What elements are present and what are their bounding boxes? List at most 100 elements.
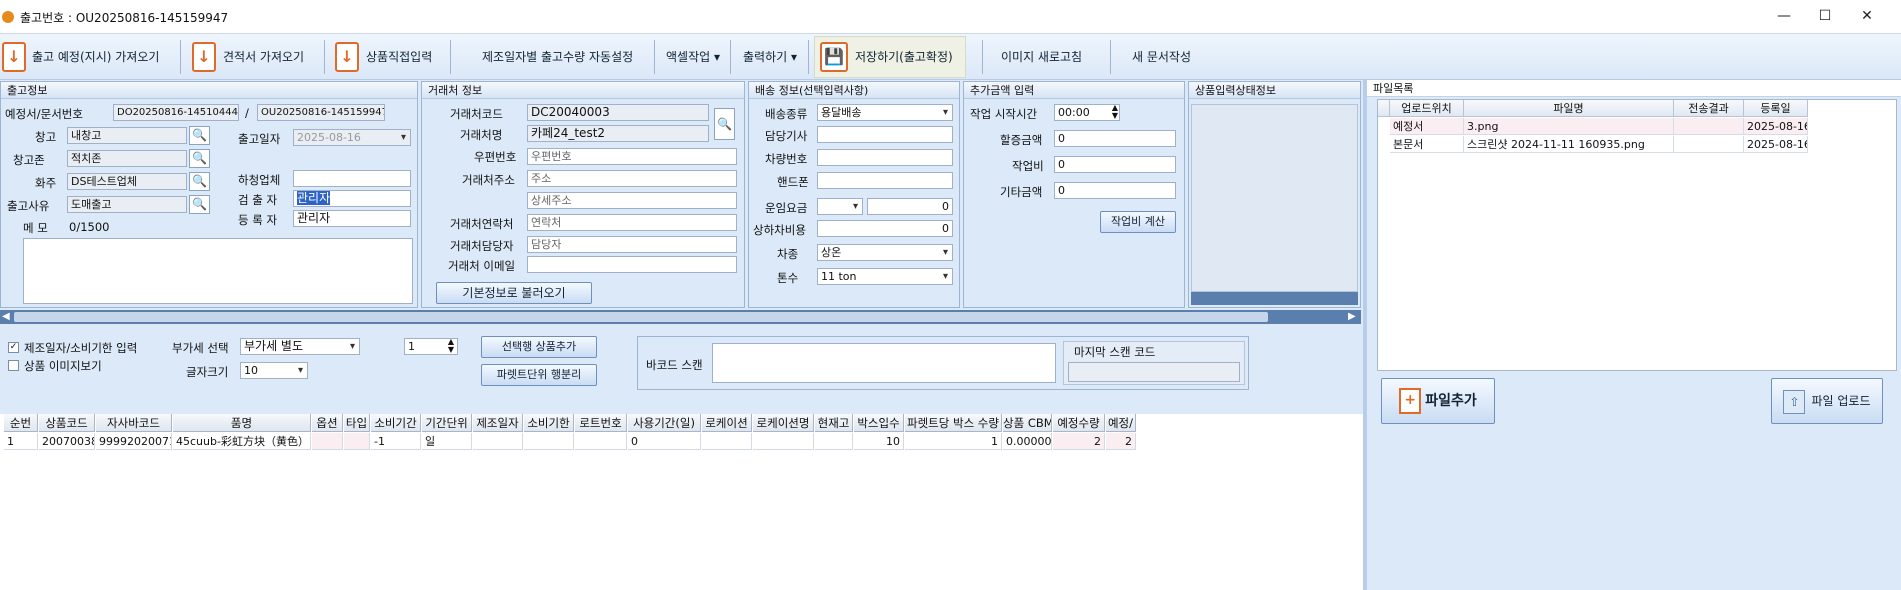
add-selected-row-button[interactable]: 선택행 상품추가 [481,336,597,358]
column-header[interactable]: 로케이션명 [753,414,814,432]
file-cell[interactable] [1674,136,1744,153]
table-cell[interactable] [312,433,343,450]
column-header[interactable]: 예정/ [1106,414,1136,432]
mobile-field[interactable] [817,172,953,189]
pallet-split-button[interactable]: 파렛트단위 행분리 [481,364,597,386]
fare-field[interactable]: 0 [867,198,953,215]
column-header[interactable]: 순번 [4,414,38,432]
table-cell[interactable]: 2 [1106,433,1136,450]
img-checkbox[interactable] [8,360,19,371]
table-cell[interactable]: 999920200719 [96,433,172,450]
chevron-left-icon[interactable]: ◀ [2,310,10,324]
save-button[interactable]: 저장하기(출고확정) [855,34,953,80]
minimize-icon[interactable]: — [1769,6,1799,26]
refresh-images-button[interactable]: 이미지 새로고침 [1001,34,1082,80]
horizontal-scrollbar[interactable]: ▶ ◀ [0,310,1361,324]
file-cell[interactable]: 예정서 [1390,118,1464,135]
table-cell[interactable] [344,433,370,450]
subcontract-field[interactable] [293,170,411,187]
search-icon[interactable]: 🔍 [189,149,210,168]
inspector-field[interactable]: 관리자 [293,190,411,207]
barcode-input[interactable] [712,343,1056,383]
table-cell[interactable] [473,433,523,450]
file-cell[interactable]: 2025-08-161 [1744,118,1808,135]
column-header[interactable]: 로케이션 [702,414,752,432]
date-field[interactable]: 2025-08-16 [293,129,411,146]
table-cell[interactable] [575,433,627,450]
driver-field[interactable] [817,126,953,143]
file-cell[interactable]: 스크린샷 2024-11-11 160935.png [1464,136,1674,153]
status-scrollbar[interactable] [1191,292,1358,305]
fare-type-select[interactable] [817,198,863,215]
column-header[interactable]: 예정수량 [1053,414,1105,432]
code-field[interactable]: DC20040003 [527,104,709,121]
table-cell[interactable] [524,433,574,450]
table-cell[interactable] [815,433,853,450]
docno2-field[interactable]: OU20250816-145159947 [257,104,385,121]
file-column-header[interactable]: 등록일 [1744,100,1808,117]
manager-field[interactable]: 담당자 [527,236,737,253]
mfg-checkbox[interactable]: ✓ [8,342,19,353]
file-column-header[interactable]: 업로드위치 [1390,100,1464,117]
direct-input-button[interactable]: 상품직접입력 [366,34,432,80]
column-header[interactable]: 상품코드 [39,414,95,432]
table-cell[interactable] [753,433,814,450]
addr2-field[interactable]: 상세주소 [527,192,737,209]
column-header[interactable]: 현재고 [815,414,853,432]
column-header[interactable]: 제조일자 [473,414,523,432]
file-cell[interactable]: 2025-08-161 [1744,136,1808,153]
column-header[interactable]: 옵션 [312,414,343,432]
table-cell[interactable]: 일 [422,433,472,450]
table-cell[interactable]: 2 [1053,433,1105,450]
file-cell[interactable]: 3.png [1464,118,1674,135]
upload-file-button[interactable]: ⇧ 파일 업로드 [1771,378,1883,424]
import-plan-button[interactable]: 출고 예정(지시) 가져오기 [32,34,159,80]
file-column-header[interactable]: 파일명 [1464,100,1674,117]
car-select[interactable]: 상온 [817,244,953,261]
table-cell[interactable] [702,433,752,450]
file-cell[interactable] [1674,118,1744,135]
other-field[interactable]: 0 [1054,182,1176,199]
zone-field[interactable]: 적치존 [67,150,187,167]
column-header[interactable]: 타입 [344,414,370,432]
email-field[interactable] [527,256,737,273]
name-field[interactable]: 카페24_test2 [527,125,709,142]
search-icon[interactable]: 🔍 [189,172,210,191]
column-header[interactable]: 품명 [173,414,311,432]
owner-field[interactable]: DS테스트업체 [67,173,187,190]
column-header[interactable]: 로트번호 [575,414,627,432]
discount-field[interactable]: 0 [1054,130,1176,147]
docno1-field[interactable]: DO20250816-145104448 [113,104,239,121]
column-header[interactable]: 소비기간 [371,414,421,432]
search-icon[interactable]: 🔍 [189,126,210,145]
reason-field[interactable]: 도매출고 [67,196,187,213]
column-header[interactable]: 기간단위 [422,414,472,432]
column-header[interactable]: 소비기한 [524,414,574,432]
search-icon[interactable]: 🔍 [189,195,210,214]
table-cell[interactable]: 200700385 [39,433,95,450]
column-header[interactable]: 박스입수 [854,414,904,432]
scroll-thumb[interactable] [14,312,1268,322]
search-icon[interactable]: 🔍 [714,108,735,140]
column-header[interactable]: 사용기간(일) [628,414,701,432]
file-column-header[interactable]: 전송결과 [1674,100,1744,117]
vehicle-field[interactable] [817,149,953,166]
font-size-select[interactable]: 10 [240,362,308,379]
work-field[interactable]: 0 [1054,156,1176,173]
time-spinner-icon[interactable]: ▲ ▼ [1110,104,1120,121]
table-cell[interactable]: 1 [905,433,1002,450]
table-cell[interactable]: 45cuub-彩虹方块（黄色） [173,433,311,450]
calc-work-button[interactable]: 작업비 계산 [1100,211,1176,233]
table-cell[interactable]: 1 [4,433,38,450]
phone-field[interactable]: 연락처 [527,214,737,231]
table-cell[interactable]: -1 [371,433,421,450]
load-cost-field[interactable]: 0 [817,220,953,237]
memo-textarea[interactable] [23,238,413,304]
table-cell[interactable]: 0 [628,433,701,450]
add-file-button[interactable]: + 파일추가 [1381,378,1495,424]
register-field[interactable]: 관리자 [293,210,411,227]
maximize-icon[interactable]: ☐ [1810,6,1840,26]
delivery-type-select[interactable]: 용달배송 [817,104,953,121]
new-doc-button[interactable]: 새 문서작성 [1132,34,1191,80]
table-cell[interactable]: 10 [854,433,904,450]
